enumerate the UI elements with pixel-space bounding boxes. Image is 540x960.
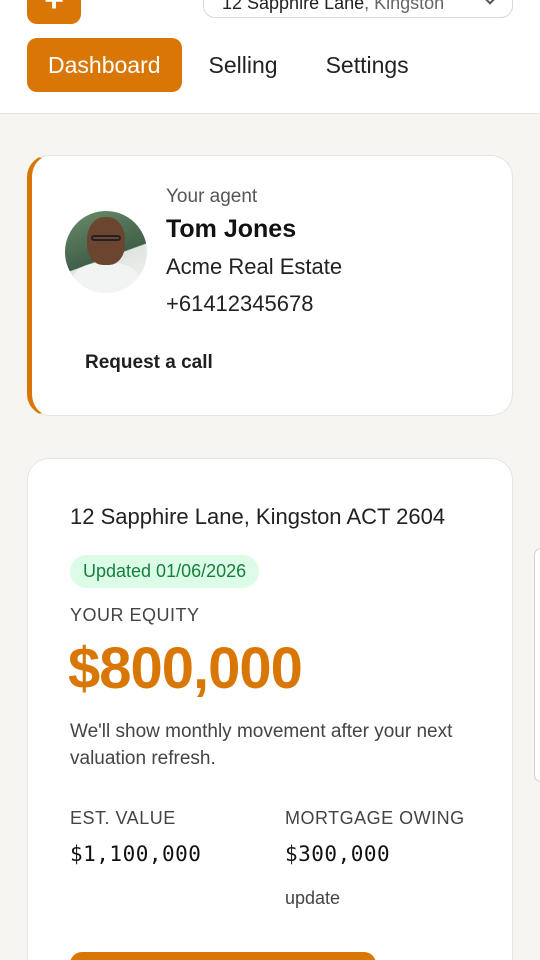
agent-card: Your agent Tom Jones Acme Real Estate +6…: [27, 155, 513, 416]
request-call-button[interactable]: Request a call: [85, 352, 213, 374]
equity-label: YOUR EQUITY: [70, 605, 200, 625]
side-panel-handle[interactable]: [534, 548, 540, 782]
mortgage-label: MORTGAGE OWING: [285, 808, 465, 828]
tab-settings[interactable]: Settings: [305, 38, 430, 92]
mortgage-value: $300,000: [285, 842, 391, 866]
chevron-down-icon: [484, 0, 496, 5]
add-property-button[interactable]: +: [27, 0, 81, 24]
tab-dashboard[interactable]: Dashboard: [27, 38, 182, 92]
est-value-label: EST. VALUE: [70, 808, 176, 828]
avatar-shirt: [73, 263, 139, 293]
avatar-face: [87, 217, 125, 265]
main-tabs: Dashboard Selling Settings: [27, 38, 436, 92]
property-selector-address: 12 Sapphire Lane: [222, 0, 365, 13]
property-card: 12 Sapphire Lane, Kingston ACT 2604 Upda…: [27, 458, 513, 960]
property-address: 12 Sapphire Lane, Kingston ACT 2604: [70, 504, 446, 529]
primary-action-button[interactable]: [70, 952, 376, 960]
agent-avatar: [65, 211, 147, 293]
avatar-glasses: [91, 235, 121, 241]
tab-selling[interactable]: Selling: [188, 38, 299, 92]
est-value: $1,100,000: [70, 842, 202, 866]
agent-name: Tom Jones: [166, 215, 297, 243]
equity-note: We'll show monthly movement after your n…: [70, 721, 453, 769]
top-header: + 12 Sapphire Lane, Kingston Dashboard S…: [0, 0, 540, 114]
equity-value: $800,000: [68, 636, 303, 701]
agent-company: Acme Real Estate: [166, 254, 343, 279]
updated-badge: Updated 01/06/2026: [70, 555, 260, 588]
agent-label: Your agent: [166, 186, 258, 207]
property-selector[interactable]: 12 Sapphire Lane, Kingston: [203, 0, 513, 18]
update-mortgage-link[interactable]: update: [285, 888, 340, 909]
property-selector-suburb: , Kingston: [364, 0, 445, 13]
agent-phone[interactable]: +61412345678: [166, 291, 313, 317]
